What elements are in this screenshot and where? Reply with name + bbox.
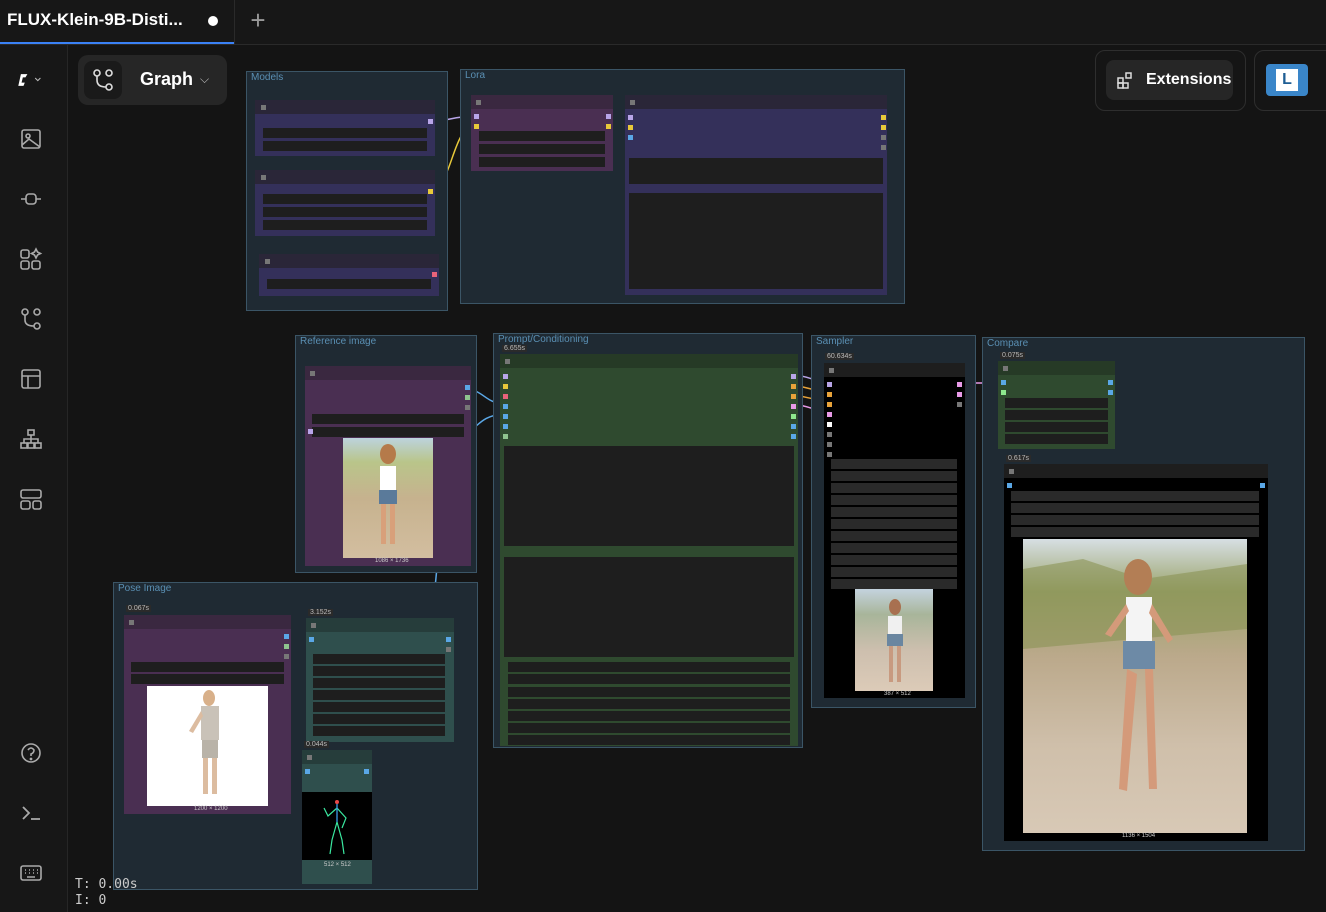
group-compare[interactable]: Compare 0.075s 0.617s 1136 × 1504 xyxy=(982,337,1305,851)
image-size-label: 1136 × 1504 xyxy=(1122,833,1156,839)
group-title: Reference image xyxy=(300,336,377,347)
group-title: Pose Image xyxy=(118,583,172,594)
compare-output-image xyxy=(1023,539,1247,833)
reference-image xyxy=(343,438,433,558)
node-reference-conditioning[interactable] xyxy=(500,354,798,746)
group-title: Models xyxy=(251,72,284,83)
execution-time: 3.152s xyxy=(308,609,334,616)
node-pose-preview[interactable]: 512 × 512 xyxy=(302,750,372,884)
pose-skeleton-image xyxy=(302,792,372,860)
node-load-pose-image[interactable]: 1200 × 1200 xyxy=(124,615,291,814)
execution-time: 0.075s xyxy=(1000,352,1026,359)
execution-time: 0.067s xyxy=(126,605,152,612)
group-title: Lora xyxy=(465,70,486,81)
node-load-reference-image[interactable]: 1086 × 1736 xyxy=(305,366,471,566)
group-prompt-conditioning[interactable]: Prompt/Conditioning 6.655s xyxy=(493,333,803,748)
execution-time: 6.655s xyxy=(502,345,528,352)
group-reference-image[interactable]: Reference image 1086 × 1736 xyxy=(295,335,477,573)
group-lora[interactable]: Lora xyxy=(460,69,905,304)
execution-status: T: 0.00s I: 0 xyxy=(75,877,138,909)
image-size-label: 387 × 512 xyxy=(884,691,911,697)
sampler-output-image xyxy=(855,589,933,691)
image-size-label: 1200 × 1200 xyxy=(194,806,228,812)
group-title: Compare xyxy=(987,338,1029,349)
group-sampler[interactable]: Sampler 60.634s 387 × 512 xyxy=(811,335,976,708)
group-models[interactable]: Models xyxy=(246,71,448,311)
group-title: Sampler xyxy=(816,336,854,347)
image-size-label: 1086 × 1736 xyxy=(375,558,409,564)
group-pose-image[interactable]: Pose Image 0.067s 1200 × 1200 3.152s 0.0… xyxy=(113,582,478,890)
status-iterations: I: 0 xyxy=(75,893,107,908)
node-sampler[interactable]: 387 × 512 xyxy=(824,363,965,698)
node-text-encode[interactable] xyxy=(625,95,887,295)
node-load-vae[interactable] xyxy=(259,254,439,296)
node-load-clip[interactable] xyxy=(255,100,435,156)
status-time: T: 0.00s xyxy=(75,877,138,892)
execution-time: 60.634s xyxy=(825,353,854,360)
node-pose-detector[interactable] xyxy=(306,618,454,742)
execution-time: 0.617s xyxy=(1006,455,1032,462)
node-load-unet[interactable] xyxy=(255,170,435,236)
execution-time: 0.044s xyxy=(304,741,330,748)
group-title: Prompt/Conditioning xyxy=(498,334,589,345)
node-lora-loader[interactable] xyxy=(471,95,613,171)
node-vae-decode[interactable] xyxy=(998,361,1115,449)
image-size-label: 512 × 512 xyxy=(324,862,351,868)
node-image-compare[interactable]: 1136 × 1504 xyxy=(1004,464,1268,841)
pose-source-image xyxy=(147,686,268,806)
